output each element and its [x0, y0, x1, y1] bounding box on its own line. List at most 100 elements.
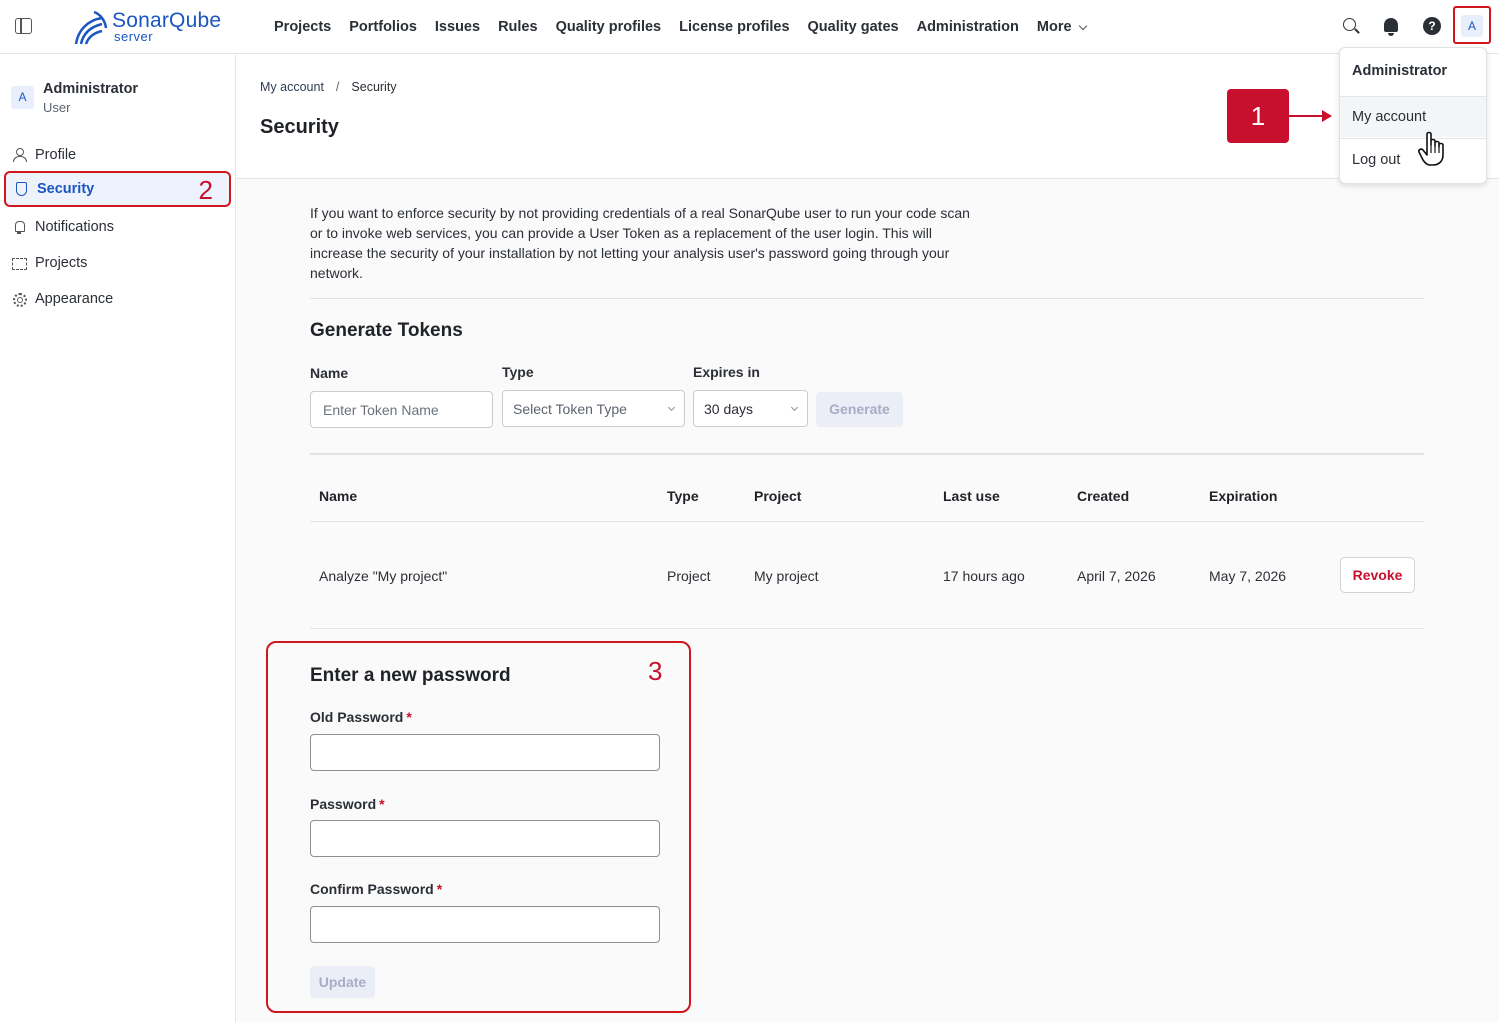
help-icon[interactable]: ?	[1423, 17, 1441, 35]
user-name: Administrator	[43, 81, 139, 97]
menu-item-my-account[interactable]: My account	[1340, 97, 1486, 137]
revoke-button[interactable]: Revoke	[1340, 557, 1415, 593]
token-type-select[interactable]: Select Token Type	[502, 390, 685, 427]
top-navigation: SonarQube server Projects Portfolios Iss…	[0, 0, 1499, 54]
sidebar-item-appearance[interactable]: Appearance	[0, 281, 236, 317]
callout-number-2: 2	[198, 175, 213, 205]
main-menu: Projects Portfolios Issues Rules Quality…	[265, 0, 1095, 54]
breadcrumb-separator: /	[335, 80, 340, 94]
avatar: A	[1461, 15, 1483, 37]
nav-issues[interactable]: Issues	[426, 19, 489, 35]
nav-quality-profiles[interactable]: Quality profiles	[547, 19, 671, 35]
token-name-label: Name	[310, 365, 349, 381]
breadcrumb-my-account[interactable]: My account	[260, 80, 324, 94]
gear-icon	[12, 292, 27, 307]
hand-pointer-icon	[1418, 131, 1444, 166]
new-password-title: Enter a new password	[310, 665, 511, 686]
column-header-name: Name	[319, 488, 358, 504]
password-label-text: Password	[310, 796, 377, 812]
token-type-placeholder: Select Token Type	[513, 400, 627, 417]
menu-item-log-out[interactable]: Log out	[1340, 140, 1486, 180]
person-icon	[12, 148, 27, 162]
confirm-password-input[interactable]	[310, 906, 660, 943]
chevron-down-icon	[790, 403, 799, 411]
callout-number-1: 1	[1227, 89, 1289, 143]
nav-more[interactable]: More	[1028, 19, 1095, 35]
expires-label: Expires in	[693, 364, 760, 380]
sidebar-item-label: Projects	[35, 255, 88, 271]
token-name-input[interactable]	[310, 391, 493, 428]
bell-icon[interactable]	[1384, 18, 1398, 36]
nav-quality-gates[interactable]: Quality gates	[799, 19, 908, 35]
folder-icon	[12, 256, 27, 270]
callout-number-3: 3	[648, 656, 663, 686]
user-avatar-button[interactable]: A	[1453, 6, 1491, 44]
token-project-cell: My project	[754, 568, 819, 584]
required-mark: *	[379, 796, 385, 812]
sidebar-item-notifications[interactable]: Notifications	[0, 209, 236, 245]
sidebar-item-security[interactable]: Security 2	[4, 171, 231, 207]
security-content: If you want to enforce security by not p…	[236, 179, 1499, 1022]
bell-icon	[12, 220, 26, 234]
sidebar-item-label: Profile	[35, 147, 77, 163]
token-expiration-cell: May 7, 2026	[1209, 568, 1287, 584]
chevron-down-icon	[667, 403, 676, 411]
update-button[interactable]: Update	[310, 966, 375, 998]
expires-value: 30 days	[704, 400, 754, 417]
new-password-input[interactable]	[310, 820, 660, 857]
token-last-use-cell: 17 hours ago	[943, 568, 1025, 584]
required-mark: *	[406, 709, 412, 725]
generate-tokens-title: Generate Tokens	[310, 320, 463, 341]
page-title: Security	[260, 116, 339, 138]
chevron-down-icon	[1078, 21, 1087, 30]
sidebar-item-profile[interactable]: Profile	[0, 137, 236, 173]
page-header: My account / Security Security	[236, 55, 1499, 179]
old-password-label: Old Password *	[310, 709, 412, 725]
sidebar-item-projects[interactable]: Projects	[0, 245, 236, 281]
nav-license-profiles[interactable]: License profiles	[670, 19, 798, 35]
nav-rules[interactable]: Rules	[489, 19, 547, 35]
sidebar-item-label: Security	[37, 181, 95, 197]
password-label: Password *	[310, 796, 385, 812]
shield-icon	[14, 182, 28, 196]
token-type-cell: Project	[667, 568, 711, 584]
account-sidebar: A Administrator User Profile Security 2 …	[0, 55, 236, 1022]
sidebar-item-label: Appearance	[35, 291, 114, 307]
logo-subtext: server	[114, 29, 154, 44]
sidebar-toggle-icon[interactable]	[15, 18, 32, 34]
old-password-label-text: Old Password	[310, 709, 404, 725]
search-icon[interactable]	[1343, 18, 1356, 31]
expires-select[interactable]: 30 days	[693, 390, 808, 427]
avatar: A	[11, 86, 34, 109]
column-header-created: Created	[1077, 488, 1130, 504]
token-type-label: Type	[502, 364, 534, 380]
confirm-password-label-text: Confirm Password	[310, 881, 434, 897]
token-name-cell: Analyze "My project"	[319, 568, 448, 584]
nav-administration[interactable]: Administration	[908, 19, 1028, 35]
token-intro-text: If you want to enforce security by not p…	[310, 205, 970, 281]
breadcrumb: My account / Security	[260, 80, 397, 94]
dropdown-user-name: Administrator	[1352, 63, 1448, 79]
callout-arrow	[1289, 110, 1332, 122]
user-role: User	[43, 100, 71, 115]
token-created-cell: April 7, 2026	[1077, 568, 1156, 584]
confirm-password-label: Confirm Password *	[310, 881, 442, 897]
nav-more-label: More	[1036, 19, 1072, 35]
column-header-type: Type	[667, 488, 699, 504]
column-header-last-use: Last use	[943, 488, 1000, 504]
sonarqube-logo[interactable]: SonarQube server	[70, 6, 240, 48]
tokens-table-header: Name Type Project Last use Created Expir…	[310, 453, 1424, 522]
divider	[310, 298, 1424, 299]
generate-button[interactable]: Generate	[816, 392, 903, 427]
required-mark: *	[436, 881, 443, 897]
table-row: Analyze "My project" Project My project …	[310, 522, 1424, 629]
nav-portfolios[interactable]: Portfolios	[340, 19, 426, 35]
divider	[1340, 138, 1486, 139]
sidebar-item-label: Notifications	[35, 219, 114, 235]
user-dropdown-menu: Administrator My account Log out	[1339, 47, 1487, 184]
breadcrumb-current: Security	[351, 80, 397, 94]
nav-projects[interactable]: Projects	[265, 19, 340, 35]
logo-waves-icon	[74, 10, 108, 45]
old-password-input[interactable]	[310, 734, 660, 771]
column-header-expiration: Expiration	[1209, 488, 1278, 504]
